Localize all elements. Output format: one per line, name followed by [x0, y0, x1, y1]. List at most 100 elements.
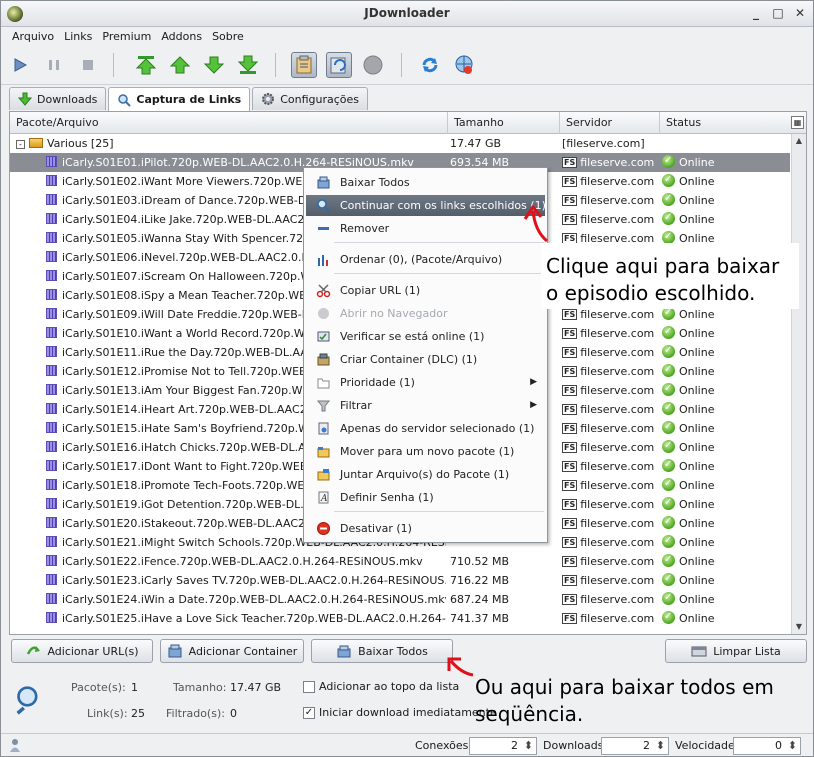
- file-size: 741.37 MB: [450, 612, 510, 625]
- context-menu-item-criar-container-dlc-1[interactable]: Criar Container (DLC) (1): [306, 349, 545, 370]
- clipboard-observer-toggle[interactable]: [291, 52, 317, 78]
- file-size: 716.22 MB: [450, 574, 510, 587]
- context-menu-item-baixar-todos[interactable]: Baixar Todos: [306, 172, 545, 193]
- context-menu-item-juntar-arquivo-s-do-pacote-1[interactable]: Juntar Arquivo(s) do Pacote (1): [306, 464, 545, 485]
- add-to-top-checkbox-box[interactable]: [303, 680, 315, 693]
- file-status: Online: [679, 593, 715, 606]
- maximize-button[interactable]: □: [771, 5, 785, 21]
- start-immediately-label: Iniciar download imediatamente: [319, 706, 497, 719]
- download-all-button[interactable]: Baixar Todos: [311, 639, 453, 663]
- add-container-button[interactable]: Adicionar Container: [160, 639, 304, 663]
- context-menu-item-continuar-com-os-links-escolhidos-1[interactable]: Continuar com os links escolhidos (1): [306, 195, 546, 216]
- column-header-tamanho[interactable]: Tamanho: [448, 112, 560, 134]
- context-menu-item-mover-para-um-novo-pacote-1[interactable]: Mover para um novo pacote (1): [306, 441, 545, 462]
- fileserve-host-icon: FS: [562, 385, 578, 396]
- menu-premium[interactable]: Premium: [97, 27, 156, 47]
- package-row[interactable]: - Various [25] 17.47 GB [fileserve.com]: [10, 134, 790, 153]
- context-menu-item-remover[interactable]: Remover: [306, 218, 545, 239]
- premium-toggle[interactable]: [360, 52, 386, 78]
- scroll-down-icon[interactable]: ▼: [792, 620, 806, 634]
- clear-list-button[interactable]: Limpar Lista: [665, 639, 807, 663]
- online-check-icon: [662, 189, 675, 208]
- online-check-icon: [662, 531, 675, 550]
- video-file-icon: [46, 156, 57, 167]
- file-size: 710.52 MB: [450, 555, 510, 568]
- stop-button[interactable]: [75, 52, 101, 78]
- menu-links[interactable]: Links: [59, 27, 97, 47]
- column-header-pacote-arquivo[interactable]: Pacote/Arquivo: [10, 112, 448, 134]
- online-check-icon: [662, 398, 675, 417]
- start-immediately-checkbox-box[interactable]: ✓: [303, 706, 315, 719]
- scissors-icon: [316, 284, 331, 298]
- column-header-status[interactable]: Status: [660, 112, 788, 134]
- file-status: Online: [679, 441, 715, 454]
- online-check-icon: [662, 417, 675, 436]
- links-value: 25: [131, 707, 145, 720]
- fileserve-host-icon: FS: [562, 366, 578, 377]
- move-up-button[interactable]: [167, 52, 193, 78]
- download-arrow-icon: [18, 92, 32, 106]
- context-menu-item-definir-senha-1[interactable]: A Definir Senha (1): [306, 487, 545, 508]
- scroll-up-icon[interactable]: ▲: [792, 134, 806, 148]
- vertical-scrollbar[interactable]: ▲ ▼: [791, 134, 806, 634]
- file-host: fileserve.com: [580, 593, 655, 606]
- table-row[interactable]: iCarly.S01E22.iFence.720p.WEB-DL.AAC2.0.…: [10, 550, 790, 571]
- close-button[interactable]: ✕: [793, 5, 807, 21]
- annotation-bottom: Ou aqui para baixar todos em seqüência.: [475, 674, 774, 728]
- video-file-icon: [46, 251, 57, 262]
- refresh-button[interactable]: [417, 52, 443, 78]
- video-file-icon: [46, 422, 57, 433]
- move-down-button[interactable]: [201, 52, 227, 78]
- context-menu-item-label: Criar Container (DLC) (1): [340, 353, 478, 366]
- menu-addons[interactable]: Addons: [156, 27, 207, 47]
- file-host: fileserve.com: [580, 403, 655, 416]
- context-menu-item-ordenar-0-pacote-arquivo[interactable]: Ordenar (0), (Pacote/Arquivo): [306, 249, 545, 270]
- reconnect-toggle[interactable]: [326, 52, 352, 78]
- table-row[interactable]: iCarly.S01E24.iWin a Date.720p.WEB-DL.AA…: [10, 588, 790, 609]
- context-menu-item-copiar-url-1[interactable]: Copiar URL (1): [306, 280, 545, 301]
- size-label: Tamanho:: [173, 681, 227, 694]
- context-menu-item-filtrar[interactable]: Filtrar ▶: [306, 395, 545, 416]
- context-menu-item-apenas-do-servidor-selecionado-1[interactable]: Apenas do servidor selecionado (1): [306, 418, 545, 439]
- tab-configuracoes[interactable]: Configurações: [252, 87, 369, 110]
- package-icon: [29, 138, 43, 148]
- table-row[interactable]: iCarly.S01E23.iCarly Saves TV.720p.WEB-D…: [10, 569, 790, 590]
- context-menu-item-label: Abrir no Navegador: [340, 307, 448, 320]
- video-file-icon: [46, 270, 57, 281]
- menu-arquivo[interactable]: Arquivo: [7, 27, 59, 47]
- speed-spinner[interactable]: 0: [733, 737, 801, 755]
- tab-captura-de-links[interactable]: Captura de Links: [108, 87, 251, 111]
- annotation-arrow-bottom-icon: [447, 657, 474, 677]
- context-menu-item-desativar-1[interactable]: Desativar (1): [306, 518, 545, 539]
- add-to-top-checkbox[interactable]: Adicionar ao topo da lista: [303, 680, 459, 693]
- start-immediately-checkbox[interactable]: ✓ Iniciar download imediatamente: [303, 706, 497, 719]
- play-button[interactable]: [7, 52, 33, 78]
- download-all-label: Baixar Todos: [358, 644, 428, 658]
- context-menu-item-verificar-se-esta-online-1[interactable]: Verificar se está online (1): [306, 326, 545, 347]
- update-button[interactable]: [451, 52, 477, 78]
- tab-downloads[interactable]: Downloads: [9, 87, 107, 110]
- menu-sobre[interactable]: Sobre: [207, 27, 249, 47]
- video-file-icon: [46, 536, 57, 547]
- move-to-top-button[interactable]: [133, 52, 159, 78]
- minimize-button[interactable]: _: [749, 5, 763, 21]
- connections-spinner[interactable]: 2: [469, 737, 537, 755]
- add-urls-button[interactable]: Adicionar URL(s): [11, 639, 153, 663]
- column-header-servidor[interactable]: Servidor: [560, 112, 660, 134]
- check-online-icon: [317, 331, 330, 342]
- context-menu-item-prioridade-1[interactable]: Prioridade (1) ▶: [306, 372, 545, 393]
- container-icon: [168, 644, 182, 658]
- table-row[interactable]: iCarly.S01E25.iHave a Love Sick Teacher.…: [10, 607, 790, 628]
- file-status: Online: [679, 536, 715, 549]
- column-chooser-icon[interactable]: ▦: [791, 116, 804, 129]
- file-host: fileserve.com: [580, 175, 655, 188]
- context-menu-item-label: Desativar (1): [340, 522, 412, 535]
- file-status: Online: [679, 555, 715, 568]
- clear-list-icon: [691, 646, 707, 657]
- merge-package-icon: [317, 469, 330, 481]
- annotation-arrow-top-icon: [523, 204, 549, 243]
- collapse-icon[interactable]: -: [16, 140, 25, 149]
- move-to-bottom-button[interactable]: [235, 52, 261, 78]
- pause-button[interactable]: [41, 52, 67, 78]
- downloads-spinner[interactable]: 2: [601, 737, 669, 755]
